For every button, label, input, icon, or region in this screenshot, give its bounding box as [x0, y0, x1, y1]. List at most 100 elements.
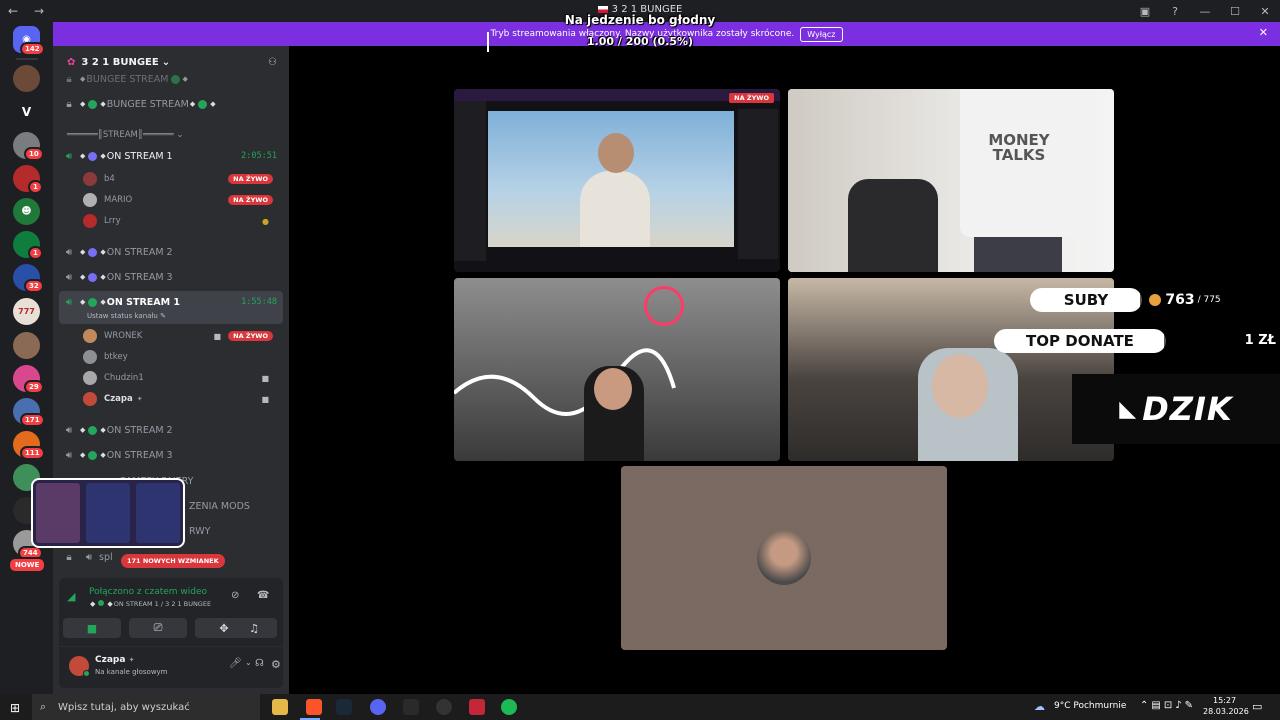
- voice-user[interactable]: Lrry ●: [83, 211, 277, 231]
- adobe-icon[interactable]: [469, 699, 485, 715]
- boar-icon: ◣: [1119, 396, 1137, 422]
- settings-gear-icon[interactable]: ⚙: [271, 658, 281, 671]
- speaker-icon: 🔊︎: [85, 551, 93, 563]
- avatar: [83, 392, 97, 406]
- live-badge: NA ŻYWO: [228, 174, 273, 184]
- brave-browser-icon[interactable]: [306, 699, 322, 715]
- video-tile-dzik-room[interactable]: [454, 278, 780, 461]
- notifications-icon[interactable]: ▭: [1252, 700, 1262, 713]
- server-badge: 111: [20, 446, 45, 460]
- lock-icon: 🔒︎: [66, 551, 72, 563]
- server-rail: ◉ 142 V 10 1 ☻ 1 32 777 29 171 111 744 N…: [0, 22, 53, 694]
- voice-user[interactable]: WRONEK ■ NA ŻYWO: [83, 326, 277, 346]
- server-avatar[interactable]: [13, 332, 40, 359]
- windows-taskbar: ⊞ ⌕ Wpisz tutaj, aby wyszukać ☁ 9°C Poch…: [0, 694, 1280, 720]
- face-image: [932, 354, 988, 418]
- voice-channel-on-stream-1[interactable]: 🔊︎ ◆ ◆ ON STREAM 1 2:05:51: [59, 145, 283, 167]
- headphones-icon[interactable]: ☊: [255, 658, 264, 669]
- channel-bungee-stream-top[interactable]: 🔒︎ ◆ BUNGEE STREAM ◆: [59, 68, 283, 90]
- tray-icons[interactable]: ⌃▤⊡♪✎: [1140, 700, 1196, 711]
- voice-user[interactable]: Czapa ✦ ■: [83, 389, 277, 409]
- taskbar-search-box[interactable]: ⌕ Wpisz tutaj, aby wyszukać: [32, 694, 260, 720]
- channel-status[interactable]: Ustaw status kanału ✎: [87, 312, 166, 320]
- signal-icon: ◢: [67, 590, 76, 603]
- flag-icon: [597, 5, 608, 13]
- video-tile-avatar[interactable]: [621, 466, 947, 650]
- server-badge: 171: [20, 413, 45, 427]
- sticker-image: [36, 483, 80, 543]
- microphone-icon[interactable]: 🎤︎: [229, 658, 242, 669]
- server-badge: 29: [24, 380, 44, 394]
- top-donate-label: TOP DONATE: [994, 329, 1166, 353]
- voice-user[interactable]: Chudzin1 ■: [83, 368, 277, 388]
- epic-games-icon[interactable]: [403, 699, 419, 715]
- chevron-down-icon: ⌄: [161, 56, 171, 68]
- weather-text[interactable]: 9°C Pochmurnie: [1054, 701, 1126, 711]
- channel-timer: 1:55:48: [241, 297, 277, 307]
- search-icon: ⌕: [40, 700, 47, 713]
- user-avatar: [757, 531, 811, 585]
- clock-date[interactable]: 28.03.2026: [1203, 707, 1249, 716]
- live-badge: NA ŻYWO: [228, 331, 273, 341]
- coin-icon: [1149, 294, 1162, 306]
- user-name: Czapa ✦: [95, 655, 135, 665]
- category-stream[interactable]: ══════║ STREAM ║══════ ⌄: [59, 124, 283, 146]
- activities-icon: ✥: [219, 621, 229, 635]
- video-tile-money-talks[interactable]: MONEY TALKS: [788, 89, 1114, 272]
- camera-button[interactable]: ■: [63, 618, 121, 638]
- server-avatar[interactable]: [13, 65, 40, 92]
- lock-icon: 🔒︎: [66, 73, 72, 85]
- goal-overlay-title: Na jedzenie bo głodny: [564, 13, 716, 27]
- avatar: [83, 193, 97, 207]
- new-mentions-pill[interactable]: 171 NOWYCH WZMIANEK: [121, 554, 225, 568]
- speaker-icon: 🔊︎: [65, 424, 73, 436]
- screen-share-icon: ⎚: [153, 621, 163, 634]
- clock-time[interactable]: 15:27: [1213, 696, 1236, 705]
- voice-user[interactable]: b4 NA ŻYWO: [83, 169, 277, 189]
- server-avatar[interactable]: 777: [13, 298, 40, 325]
- server-avatar[interactable]: ☻: [13, 198, 40, 225]
- voice-channel-on-stream-3[interactable]: 🔊︎ ◆ ◆ ON STREAM 3: [59, 444, 283, 466]
- voice-channel-on-stream-2[interactable]: 🔊︎ ◆ ◆ ON STREAM 2: [59, 241, 283, 263]
- voice-channel-on-stream-3[interactable]: 🔊︎ ◆ ◆ ON STREAM 3: [59, 266, 283, 288]
- obs-icon[interactable]: [436, 699, 452, 715]
- neon-logo-image: [644, 286, 684, 326]
- face-image: [598, 133, 634, 173]
- lock-icon: 🔒︎: [66, 98, 72, 110]
- channel-bungee-stream[interactable]: 🔒︎ ◆ ◆ BUNGEE STREAM ◆ ◆: [59, 93, 283, 115]
- voice-connected-subtitle: ◆ ◆ON STREAM 1 / 3 2 1 BUNGEE: [90, 600, 212, 608]
- windows-start-icon[interactable]: ⊞: [10, 701, 20, 715]
- discord-window: ← → 3 2 1 BUNGEE ▣ ? — ☐ ✕ Tryb streamow…: [0, 0, 1280, 720]
- disconnect-icon[interactable]: ☎: [257, 590, 269, 601]
- stream-tile-screen[interactable]: NA ŻYWO: [454, 89, 780, 272]
- discord-icon[interactable]: [370, 699, 386, 715]
- server-badge: 10: [24, 147, 44, 161]
- spotify-icon[interactable]: [501, 699, 517, 715]
- voice-channel-on-stream-2[interactable]: 🔊︎ ◆ ◆ ON STREAM 2: [59, 419, 283, 441]
- voice-connection-panel: ◢ Połączono z czatem wideo ◆ ◆ON STREAM 1…: [59, 578, 283, 688]
- pencil-icon: ✎: [160, 312, 166, 320]
- top-donate-amount: 1 ZŁ: [1164, 330, 1280, 352]
- nitro-icon: ●: [262, 216, 269, 226]
- add-member-icon[interactable]: ⚇: [268, 57, 277, 68]
- server-v[interactable]: V: [13, 98, 40, 125]
- chevron-down-icon[interactable]: ⌄: [245, 658, 252, 667]
- noise-suppression-icon[interactable]: ⊘: [231, 590, 239, 601]
- speaker-icon: 🔊︎: [65, 271, 73, 283]
- voice-channel-on-stream-1-active[interactable]: 🔊︎ ◆ ◆ ON STREAM 1 1:55:48: [59, 291, 283, 313]
- voice-user[interactable]: btkey: [83, 347, 277, 367]
- weather-cloud-icon: ☁: [1034, 700, 1045, 713]
- steam-icon[interactable]: [336, 699, 352, 715]
- gaming-chair-image: [848, 179, 938, 272]
- live-badge: NA ŻYWO: [729, 93, 774, 103]
- sticker-popup[interactable]: [31, 478, 185, 548]
- sticker-image: [86, 483, 130, 543]
- soundboard-icon: ♫: [249, 621, 259, 635]
- soundboard-button[interactable]: ♫: [231, 618, 277, 638]
- share-screen-button[interactable]: ⎚: [129, 618, 187, 638]
- voice-user[interactable]: MARIO NA ŻYWO: [83, 190, 277, 210]
- file-explorer-icon[interactable]: [272, 699, 288, 715]
- suby-counter: 763 / 775: [1140, 289, 1230, 311]
- shirt-print-text: MONEY TALKS: [988, 131, 1050, 164]
- new-unreads-pill[interactable]: NOWE: [8, 557, 47, 573]
